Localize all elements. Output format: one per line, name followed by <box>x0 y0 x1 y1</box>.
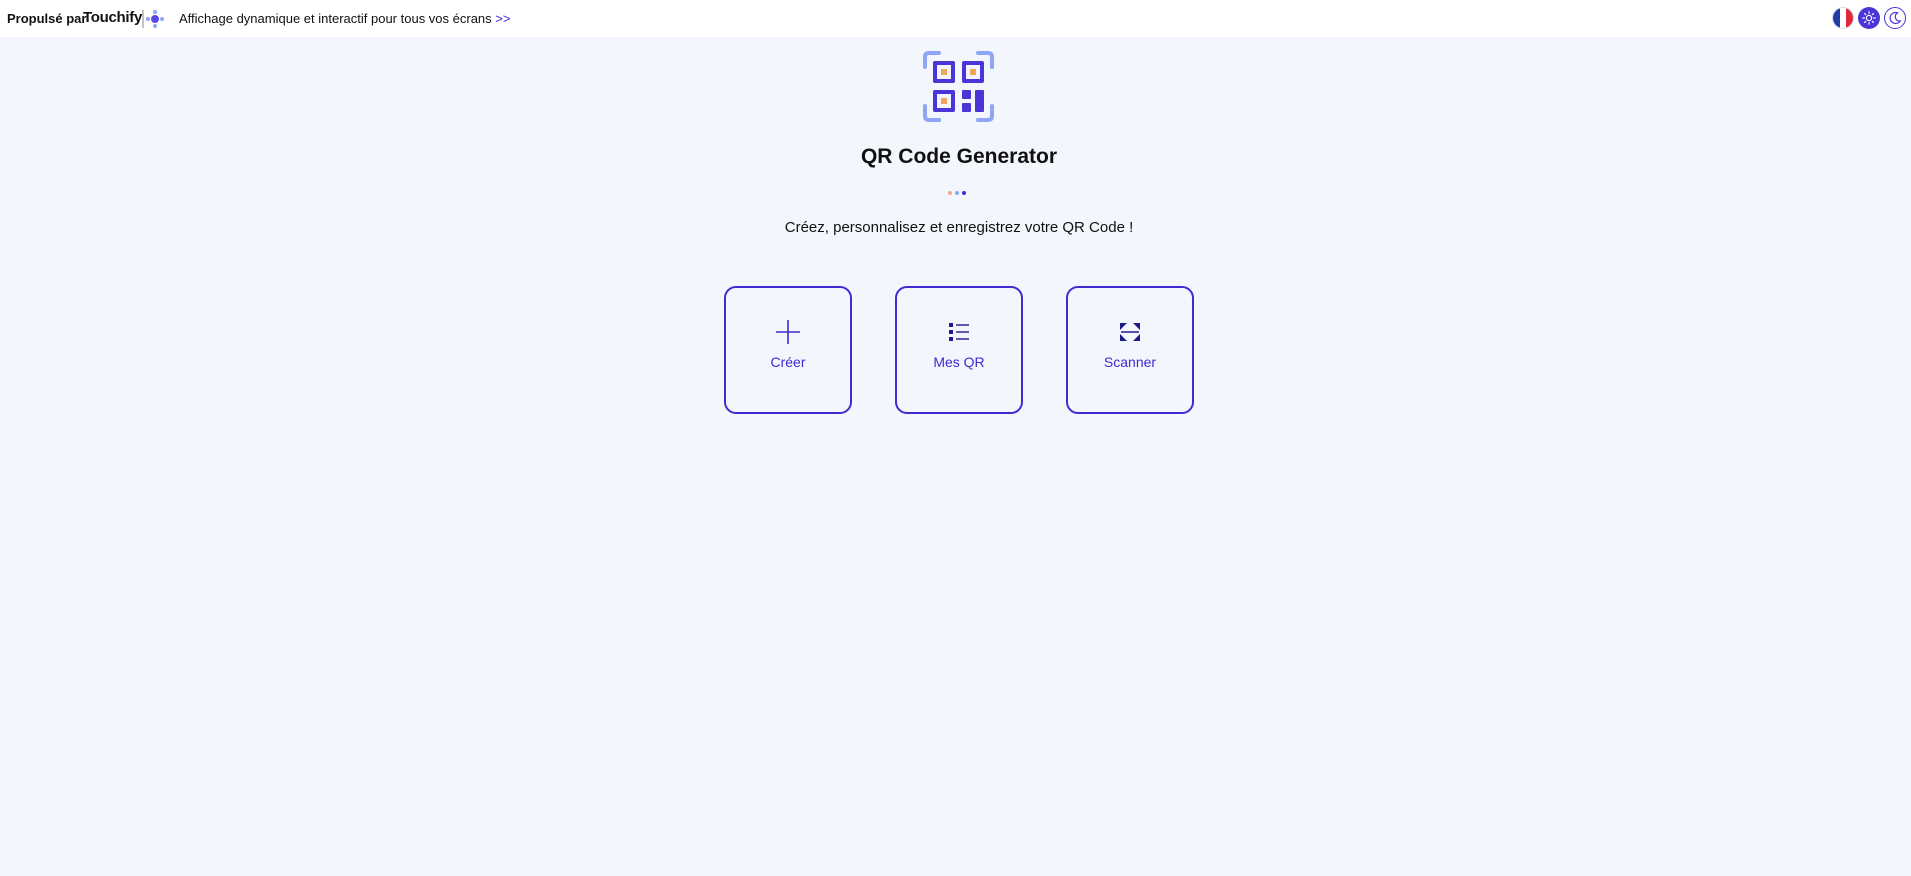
flag-france-icon[interactable] <box>1832 7 1854 29</box>
tagline-text: Affichage dynamique et interactif pour t… <box>179 11 492 26</box>
powered-by-label: Propulsé par <box>7 11 87 26</box>
create-label: Créer <box>770 354 806 370</box>
light-theme-button[interactable] <box>1858 7 1880 29</box>
my-qr-button[interactable]: Mes QR <box>895 286 1023 414</box>
touchify-logo-icon <box>141 8 165 30</box>
list-icon <box>945 318 973 346</box>
sun-icon <box>1862 11 1876 25</box>
qr-code-icon <box>922 50 995 123</box>
touchify-promo-link[interactable]: Affichage dynamique et interactif pour t… <box>179 11 510 26</box>
my-qr-label: Mes QR <box>933 354 985 370</box>
touchify-brand-name[interactable]: Touchify <box>83 9 142 26</box>
action-cards: Créer Mes QR Scanner <box>724 286 1194 414</box>
plus-icon <box>774 318 802 346</box>
decorative-dots <box>948 191 966 195</box>
topbar-controls <box>1832 7 1906 29</box>
scan-button[interactable]: Scanner <box>1066 286 1194 414</box>
top-banner: Propulsé par Touchify Affichage dynamiqu… <box>0 0 1911 37</box>
dark-theme-button[interactable] <box>1884 7 1906 29</box>
dot-orange <box>948 191 952 195</box>
dot-blue-light <box>955 191 959 195</box>
scan-label: Scanner <box>1103 354 1157 370</box>
create-button[interactable]: Créer <box>724 286 852 414</box>
page-title: QR Code Generator <box>860 145 1058 168</box>
moon-icon <box>1889 11 1902 25</box>
tagline-arrow: >> <box>495 11 511 26</box>
page-subtitle: Créez, personnalisez et enregistrez votr… <box>784 219 1134 236</box>
dot-blue-dark <box>962 191 966 195</box>
scan-icon <box>1116 318 1144 346</box>
